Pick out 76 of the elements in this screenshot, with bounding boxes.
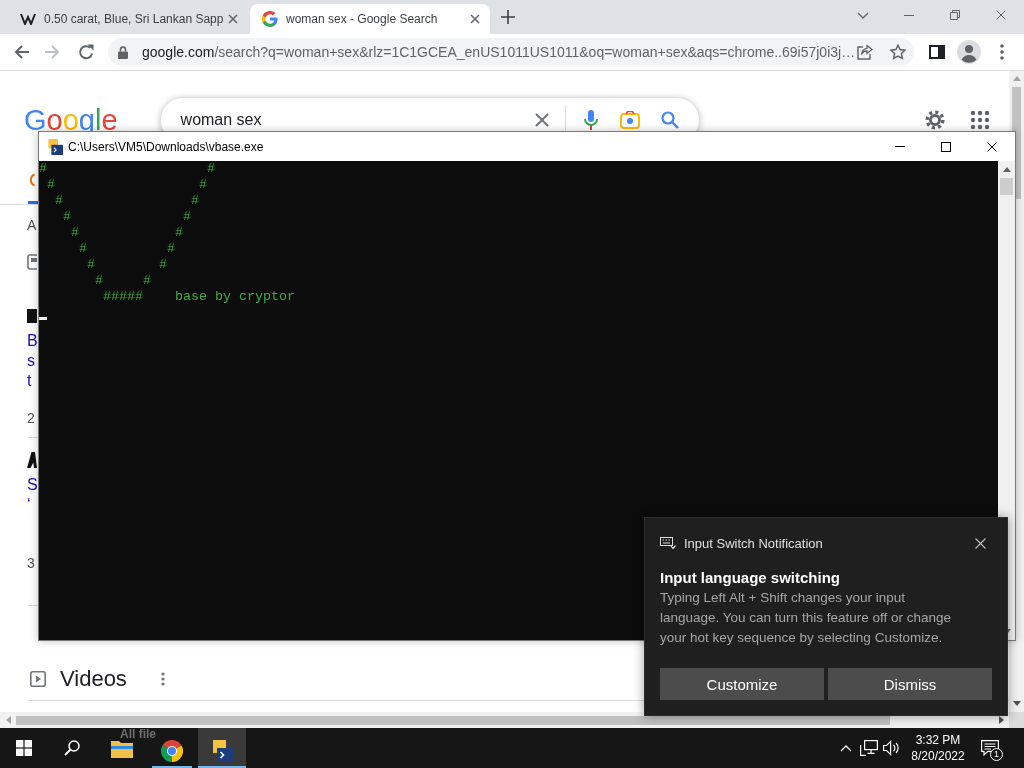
console-line: # # — [62, 209, 191, 225]
notification-source: Input Switch Notification — [684, 535, 823, 551]
faded-label: All file — [120, 728, 156, 740]
scrollbar-thumb[interactable] — [1000, 178, 1013, 195]
console-line: # # — [54, 193, 199, 209]
minimize-icon[interactable] — [904, 14, 914, 16]
notification-body: Typing Left Alt + Shift changes your input language. You can turn this feature off or change your hot key sequence by selecting Customize. — [660, 589, 952, 647]
mic-icon[interactable] — [583, 110, 598, 130]
settings-icon[interactable] — [925, 110, 945, 130]
play-icon — [30, 671, 46, 687]
taskbar-app-button[interactable] — [198, 728, 246, 768]
chevron-down-icon[interactable] — [857, 11, 869, 19]
text-cursor — [39, 317, 47, 320]
maximize-icon[interactable] — [941, 141, 951, 152]
profile-icon[interactable] — [957, 40, 981, 64]
close-icon[interactable] — [470, 14, 480, 24]
notification-count-badge: 1 — [990, 748, 1003, 761]
network-icon[interactable] — [860, 740, 878, 756]
scrollbar-thumb[interactable] — [16, 715, 890, 725]
ring-icon — [27, 173, 35, 187]
result-stats-text: A — [27, 217, 37, 233]
console-line: # # — [94, 273, 151, 289]
console-line: # # — [46, 177, 207, 193]
share-icon[interactable] — [857, 44, 873, 60]
chevron-up-icon[interactable] — [840, 744, 852, 752]
section-heading: Videos — [60, 665, 127, 693]
close-icon[interactable] — [987, 141, 997, 152]
windows-logo-icon[interactable] — [16, 740, 32, 756]
result-snippet-text: 2 — [27, 410, 35, 426]
console-line: # # — [78, 241, 175, 257]
result-link[interactable]: B s t — [27, 331, 38, 391]
clock-date[interactable]: 8/20/2022 — [911, 748, 965, 764]
reload-icon[interactable] — [78, 44, 94, 60]
console-line: ##### base by cryptor — [102, 289, 295, 305]
down-arrow-icon[interactable] — [1012, 701, 1021, 706]
console-line: # # — [39, 161, 215, 177]
lock-icon[interactable] — [118, 45, 128, 59]
address-bar[interactable]: google.com/search?q=woman+sex&rlz=1C1GCEA_enUS1011US1011&oq=woman+sex&aqs=chrome..69i57j0i3j… — [108, 38, 914, 66]
up-arrow-icon[interactable] — [1002, 167, 1011, 172]
camera-icon[interactable] — [619, 111, 640, 129]
menu-icon[interactable] — [1000, 44, 1004, 60]
browser-icon — [161, 740, 183, 762]
result-link[interactable]: S ‘ — [27, 475, 38, 515]
search-icon[interactable] — [64, 740, 80, 756]
console-line: # # — [86, 257, 167, 273]
close-icon[interactable] — [975, 537, 986, 549]
console-line: # # — [70, 225, 183, 241]
back-icon[interactable] — [14, 44, 30, 60]
browser-tab[interactable]: woman sex - Google Search — [250, 4, 490, 34]
console-app-icon — [47, 138, 63, 155]
result-snippet-text: 3 — [27, 555, 35, 571]
side-panel-icon[interactable] — [929, 45, 945, 59]
active-tab-indicator — [28, 201, 38, 204]
clock-time[interactable]: 3:32 PM — [915, 732, 961, 748]
right-arrow-icon[interactable] — [998, 716, 1004, 724]
keyboard-icon — [660, 537, 676, 549]
site-logo-icon — [27, 309, 37, 323]
dismiss-button[interactable]: Dismiss — [828, 668, 992, 700]
folder-icon — [111, 740, 133, 758]
more-icon[interactable] — [160, 672, 165, 686]
letter-g-icon — [262, 11, 278, 27]
site-logo-icon — [27, 452, 37, 468]
notification-title: Input language switching — [660, 568, 841, 588]
volume-icon[interactable] — [882, 740, 900, 756]
notification-center-icon[interactable] — [981, 740, 999, 756]
restore-icon[interactable] — [950, 10, 960, 20]
double-v-icon — [20, 13, 36, 25]
scrollbar-corner — [1009, 712, 1024, 728]
customize-button[interactable]: Customize — [660, 668, 824, 700]
clear-icon[interactable] — [534, 113, 549, 127]
apps-grid-icon[interactable] — [970, 110, 990, 130]
plus-icon[interactable] — [501, 10, 515, 24]
console-app-icon — [211, 740, 233, 762]
star-icon[interactable] — [890, 44, 906, 60]
browser-tab[interactable]: 0.50 carat, Blue, Sri Lankan Sapp — [8, 4, 248, 34]
url-text: google.com/search?q=woman+sex&rlz=1C1GCEA_enUS1011US1011&oq=woman+sex&aqs=chrome..69i57j0i3j… — [142, 44, 856, 60]
